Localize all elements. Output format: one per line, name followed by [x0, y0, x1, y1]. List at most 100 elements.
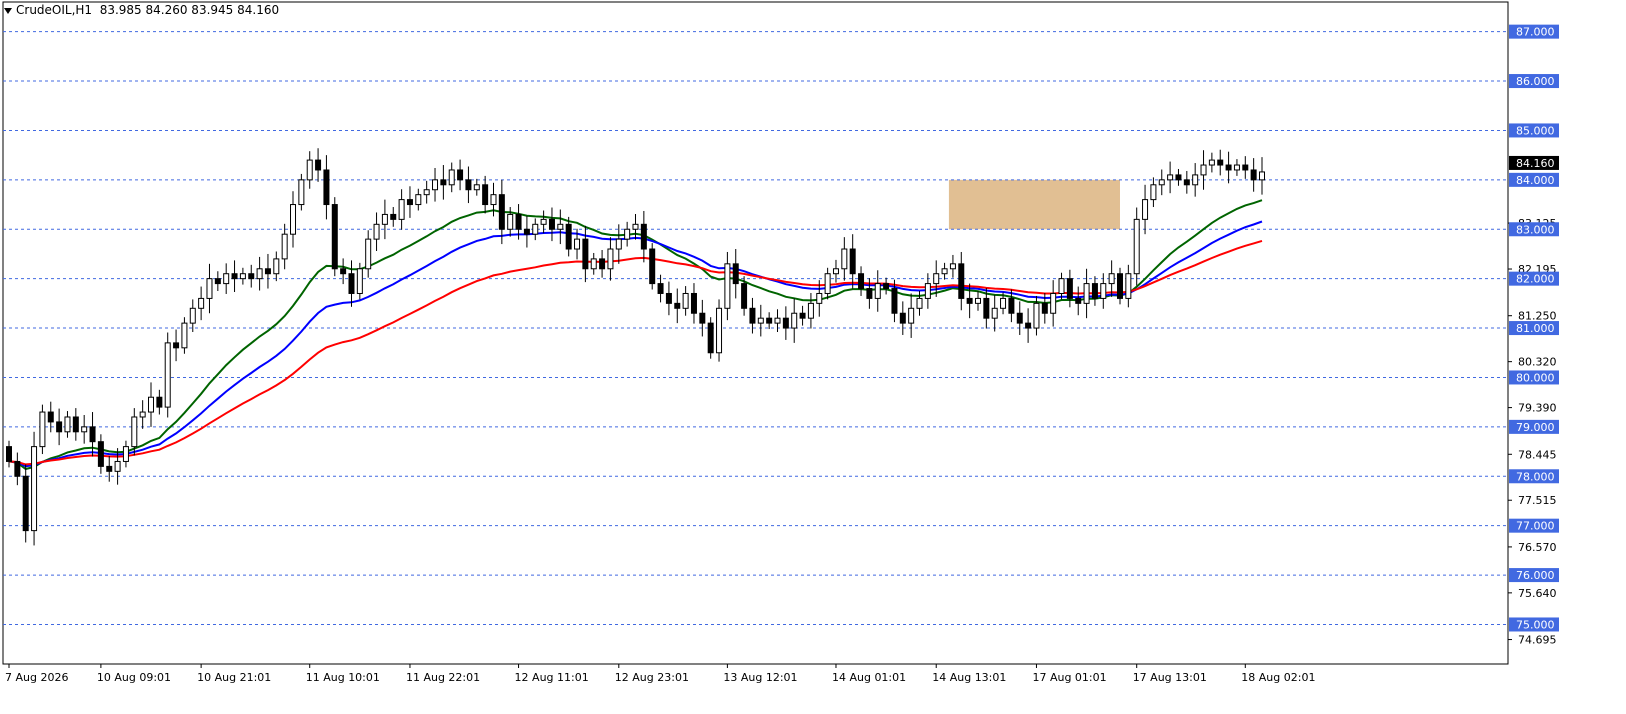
candle-body — [1008, 297, 1015, 314]
supply-demand-zone — [948, 179, 1120, 230]
candle-body — [348, 273, 355, 294]
candle-body — [373, 223, 380, 240]
candle-body — [866, 288, 873, 299]
candle — [448, 162, 455, 193]
price-chart[interactable]: 83.12582.19581.25080.32079.39078.44577.5… — [0, 0, 1626, 714]
candle-body — [599, 258, 606, 270]
candle-body — [1183, 179, 1190, 186]
horizontal-levels — [3, 31, 1508, 625]
candle — [774, 309, 781, 333]
candle-body — [22, 475, 29, 532]
candle — [690, 283, 697, 324]
candle-body — [290, 204, 297, 235]
candle-body — [156, 396, 163, 408]
level-label: 79.000 — [1516, 421, 1555, 434]
time-label: 10 Aug 09:01 — [97, 671, 171, 684]
candle — [1150, 177, 1157, 208]
candle — [949, 254, 956, 278]
candle-body — [273, 258, 280, 275]
candle — [599, 250, 606, 278]
candle — [557, 209, 564, 245]
candle — [615, 224, 622, 264]
candle — [31, 431, 38, 546]
candle — [482, 175, 489, 214]
candle — [290, 191, 297, 248]
candle — [189, 299, 196, 333]
chart-window[interactable]: 83.12582.19581.25080.32079.39078.44577.5… — [0, 0, 1626, 714]
candle — [47, 401, 54, 433]
candle-body — [1058, 278, 1065, 294]
candle-body — [390, 213, 397, 220]
candle-body — [440, 179, 447, 186]
level-label: 85.000 — [1516, 124, 1555, 137]
candle-body — [323, 169, 330, 206]
candle-body — [1175, 174, 1182, 181]
candle — [1066, 269, 1073, 308]
candle-body — [340, 268, 347, 275]
time-label: 11 Aug 22:01 — [406, 671, 480, 684]
candle — [97, 434, 104, 474]
candle-body — [974, 297, 981, 304]
candle-body — [824, 273, 831, 294]
time-axis: 7 Aug 2026 10 Aug 09:01 10 Aug 21:01 11 Aug… — [5, 664, 1315, 684]
caret-down-icon[interactable] — [4, 7, 12, 14]
candle-body — [214, 278, 221, 285]
candle-body — [1116, 273, 1123, 299]
candle-body — [415, 194, 422, 206]
candle-body — [799, 312, 806, 319]
axis-tick-label: 79.390 — [1518, 402, 1557, 415]
candle — [649, 243, 656, 290]
candle-body — [1200, 164, 1207, 176]
time-label: 12 Aug 11:01 — [515, 671, 589, 684]
candle — [791, 298, 798, 343]
candle — [331, 197, 338, 277]
symbol-label: CrudeOIL,H1 — [16, 3, 93, 17]
candle-body — [699, 312, 706, 324]
candle-body — [640, 223, 647, 250]
candle-body — [181, 322, 188, 349]
candle-body — [1225, 164, 1232, 171]
candle-body — [139, 411, 146, 418]
candle — [198, 286, 205, 321]
candle — [223, 263, 230, 294]
candle-body — [991, 307, 998, 319]
candle — [899, 301, 906, 335]
candle — [81, 415, 88, 444]
candle-body — [941, 268, 948, 275]
candle-body — [665, 292, 672, 304]
candle-body — [1259, 171, 1265, 181]
candle — [607, 237, 614, 281]
candle — [991, 294, 998, 332]
candle — [1133, 207, 1140, 286]
candle-body — [557, 223, 564, 230]
candle-body — [515, 213, 522, 230]
candle-body — [306, 159, 313, 181]
candle-body — [256, 268, 263, 280]
axis-tick-label: 78.445 — [1518, 448, 1557, 461]
candle-body — [791, 312, 798, 329]
candle — [548, 207, 555, 242]
candle-body — [231, 273, 238, 280]
candle-body — [206, 278, 213, 299]
candle-body — [1108, 273, 1115, 285]
candle-body — [774, 317, 781, 324]
candle-body — [849, 248, 856, 275]
candle — [457, 159, 464, 191]
candle-body — [649, 248, 656, 285]
ohlc-readout: 83.985 84.260 83.945 84.160 — [99, 3, 280, 17]
candle — [398, 189, 405, 230]
candle-body — [331, 204, 338, 270]
candle-body — [72, 416, 79, 433]
candle — [64, 411, 71, 438]
candle-body — [457, 169, 464, 181]
candle-body — [1192, 174, 1199, 186]
chart-title: CrudeOIL,H1 83.985 84.260 83.945 84.160 — [4, 3, 279, 17]
candle-body — [958, 263, 965, 299]
candle-body — [1150, 184, 1157, 201]
candle — [1142, 184, 1149, 235]
axis-tick-label: 80.320 — [1518, 356, 1557, 369]
candle — [148, 382, 155, 427]
candle-body — [816, 292, 823, 304]
candle — [281, 223, 288, 270]
candle — [248, 264, 255, 288]
